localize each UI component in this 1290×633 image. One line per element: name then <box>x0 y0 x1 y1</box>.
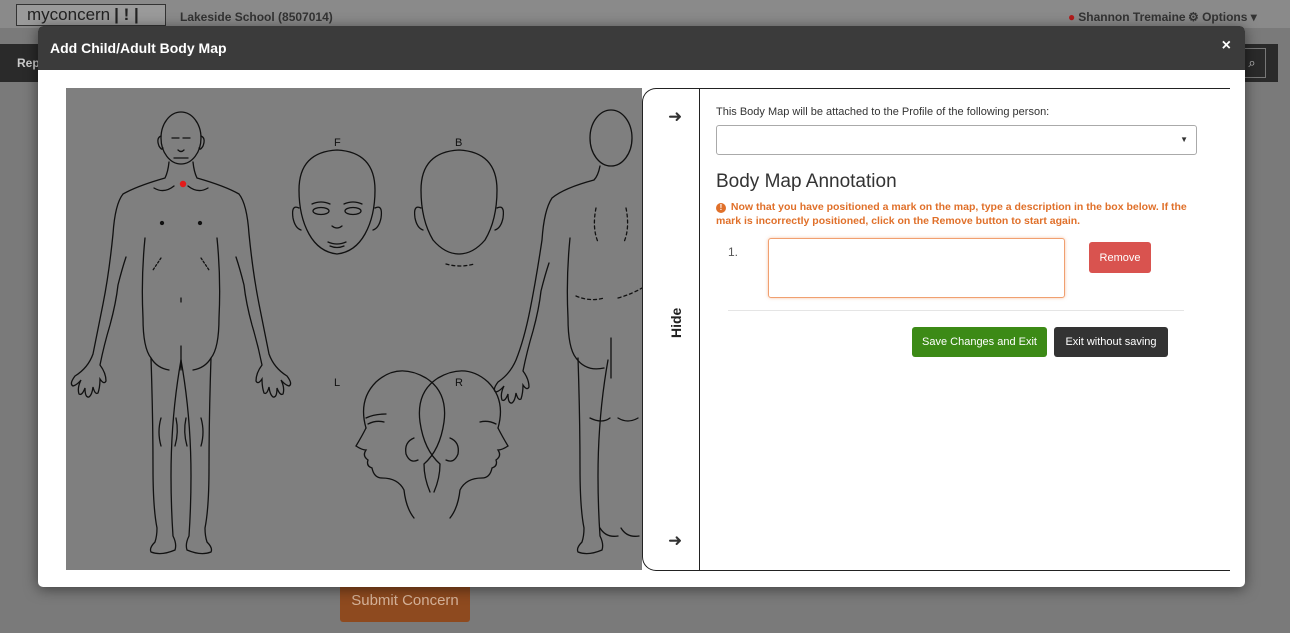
user-menu[interactable]: ● Shannon Tremaine <box>1068 10 1186 24</box>
right-head-label: R <box>455 377 463 389</box>
save-changes-exit-button[interactable]: Save Changes and Exit <box>912 327 1047 357</box>
user-name: Shannon Tremaine <box>1078 10 1186 24</box>
person-select[interactable]: ▼ <box>716 125 1197 155</box>
exit-without-saving-button[interactable]: Exit without saving <box>1054 327 1168 357</box>
gear-icon: ⚙ <box>1188 10 1203 24</box>
annotation-description-input[interactable] <box>768 238 1065 298</box>
annotation-number: 1. <box>728 245 739 259</box>
body-map-modal: Add Child/Adult Body Map × F B L R ➜ Hid… <box>38 26 1245 587</box>
body-map-marker <box>179 180 187 188</box>
annotation-notice: ! Now that you have positioned a mark on… <box>716 200 1192 228</box>
back-body-figure <box>493 109 642 555</box>
front-head-label: F <box>334 137 341 149</box>
modal-title: Add Child/Adult Body Map <box>50 40 227 56</box>
body-map-drawing[interactable]: F B L R <box>66 88 642 570</box>
caret-down-icon: ▼ <box>1180 135 1188 144</box>
annotation-title: Body Map Annotation <box>716 171 897 192</box>
arrow-right-icon[interactable]: ➜ <box>668 531 682 551</box>
logo-bars: | ! | <box>114 5 139 24</box>
nav-item-reports[interactable]: Rep <box>17 56 40 70</box>
right-head-drawing <box>418 370 509 519</box>
attach-instruction: This Body Map will be attached to the Pr… <box>716 106 1050 118</box>
panel-border-top <box>700 88 1230 89</box>
arrow-right-icon[interactable]: ➜ <box>668 107 682 127</box>
search-icon: ⌕ <box>1248 55 1256 70</box>
modal-header: Add Child/Adult Body Map × <box>38 26 1245 70</box>
close-icon[interactable]: × <box>1222 37 1231 55</box>
notice-text: Now that you have positioned a mark on t… <box>716 201 1187 227</box>
annotation-form-panel: This Body Map will be attached to the Pr… <box>699 88 1230 571</box>
hide-panel-toggle[interactable]: ➜ Hide ➜ <box>642 88 700 571</box>
school-name: Lakeside School (8507014) <box>180 10 333 24</box>
user-icon: ● <box>1068 10 1076 24</box>
body-map-canvas[interactable]: F B L R <box>66 88 642 570</box>
options-label: Options <box>1202 10 1248 24</box>
info-icon: ! <box>716 203 726 213</box>
remove-button[interactable]: Remove <box>1089 242 1151 273</box>
caret-down-icon: ▾ <box>1247 10 1257 24</box>
back-head-label: B <box>455 137 462 149</box>
front-head-drawing <box>291 149 383 255</box>
back-head-drawing <box>413 149 505 267</box>
panel-border-bottom <box>700 570 1230 571</box>
left-head-label: L <box>334 377 340 389</box>
app-logo[interactable]: myconcern | ! | <box>16 4 166 26</box>
divider <box>728 310 1184 311</box>
options-menu[interactable]: ⚙ Options ▾ <box>1188 10 1257 24</box>
left-head-drawing <box>355 370 446 519</box>
hide-label[interactable]: Hide <box>668 308 684 338</box>
front-body-figure <box>70 111 292 555</box>
logo-text: myconcern <box>27 5 111 24</box>
